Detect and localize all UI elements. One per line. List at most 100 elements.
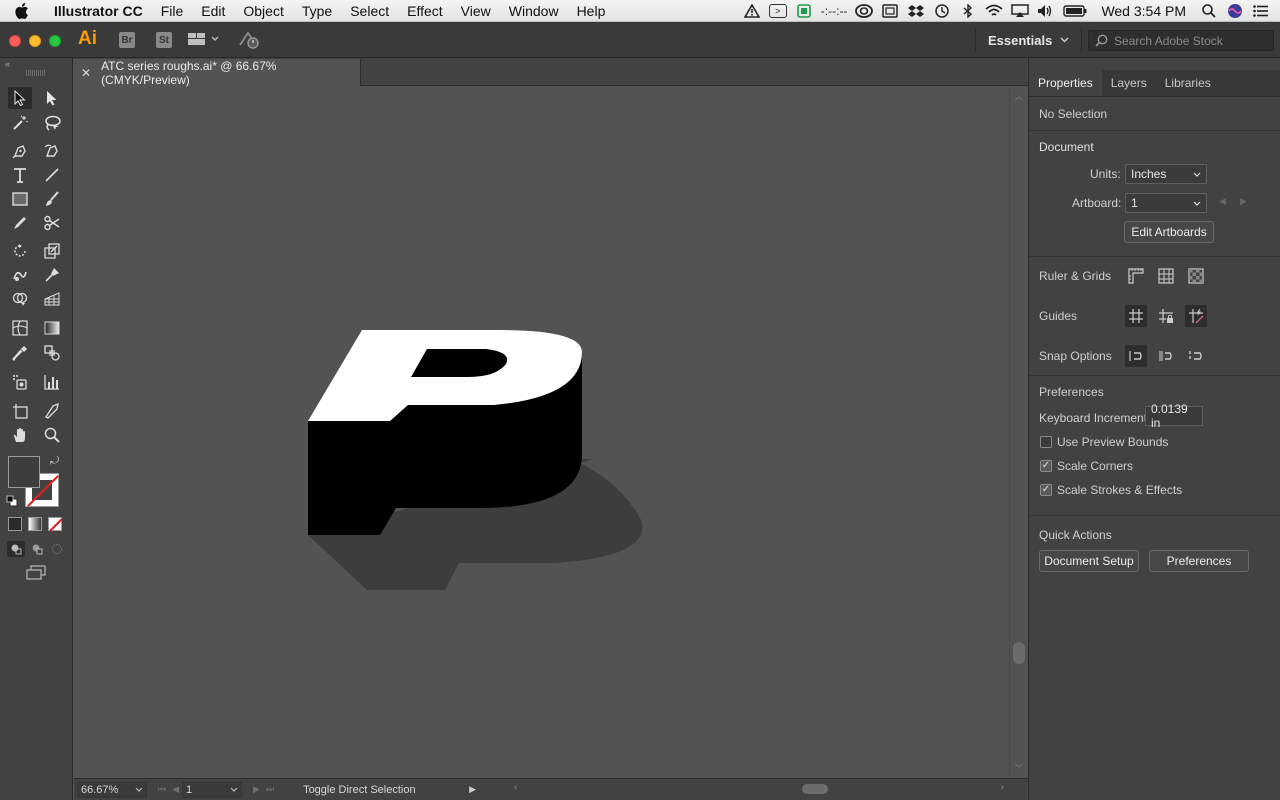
- previous-artboard-icon[interactable]: ◀: [169, 784, 182, 795]
- use-preview-bounds-checkbox[interactable]: [1040, 436, 1052, 448]
- edit-artboards-button[interactable]: Edit Artboards: [1124, 221, 1214, 243]
- vertical-scrollbar[interactable]: ︿ ﹀: [1009, 87, 1028, 778]
- minimize-window-button[interactable]: [29, 35, 41, 47]
- scroll-down-icon[interactable]: ﹀: [1015, 763, 1023, 774]
- gradient-tool-icon[interactable]: [40, 317, 64, 339]
- smart-guides-icon[interactable]: [1185, 305, 1207, 327]
- curvature-tool-icon[interactable]: [40, 140, 64, 162]
- document-tab[interactable]: ✕ ATC series roughs.ai* @ 66.67% (CMYK/P…: [73, 59, 361, 87]
- snap-to-pixel-icon[interactable]: [1185, 345, 1207, 367]
- last-artboard-icon[interactable]: ⏭: [263, 784, 277, 795]
- zoom-window-button[interactable]: [49, 35, 61, 47]
- draw-behind-icon[interactable]: [29, 541, 45, 557]
- battery-icon[interactable]: [1063, 3, 1087, 19]
- artboard-dropdown[interactable]: 1: [1125, 193, 1207, 213]
- stock-button[interactable]: St: [156, 32, 172, 48]
- snap-to-grid-icon[interactable]: [1155, 345, 1177, 367]
- type-tool-icon[interactable]: [8, 164, 32, 186]
- gpu-performance-icon[interactable]: [238, 31, 260, 52]
- draw-inside-icon[interactable]: [49, 541, 65, 557]
- fill-swatch-front[interactable]: [8, 456, 40, 488]
- draw-normal-icon[interactable]: [7, 541, 25, 557]
- spotlight-search-icon[interactable]: [1200, 3, 1218, 19]
- puppet-warp-tool-icon[interactable]: [40, 264, 64, 286]
- menu-window[interactable]: Window: [500, 3, 568, 19]
- artboard-canvas[interactable]: [74, 87, 1009, 778]
- default-fill-stroke-icon[interactable]: [6, 495, 18, 510]
- dropbox-icon[interactable]: [907, 3, 925, 19]
- creative-cloud-icon[interactable]: [855, 3, 874, 19]
- script-editor-icon[interactable]: >: [768, 4, 787, 18]
- next-artboard-icon[interactable]: ▶: [250, 784, 263, 795]
- menu-view[interactable]: View: [452, 3, 500, 19]
- eyedropper-tool-icon[interactable]: [8, 342, 32, 364]
- show-guides-icon[interactable]: [1125, 305, 1147, 327]
- paintbrush-tool-icon[interactable]: [40, 188, 64, 210]
- document-setup-button[interactable]: Document Setup: [1039, 550, 1139, 572]
- line-segment-tool-icon[interactable]: [40, 164, 64, 186]
- change-screen-mode-icon[interactable]: [26, 565, 46, 584]
- menu-file[interactable]: File: [152, 3, 193, 19]
- menu-select[interactable]: Select: [341, 3, 398, 19]
- notification-center-icon[interactable]: [1252, 3, 1270, 19]
- scissors-tool-icon[interactable]: [40, 212, 64, 234]
- direct-selection-tool-icon[interactable]: [40, 87, 64, 109]
- toolbar-grip[interactable]: [26, 70, 46, 76]
- bluetooth-icon[interactable]: [959, 3, 977, 19]
- warp-tool-icon[interactable]: [8, 264, 32, 286]
- blend-tool-icon[interactable]: [40, 342, 64, 364]
- menu-object[interactable]: Object: [234, 3, 292, 19]
- swap-fill-stroke-icon[interactable]: ⤾: [50, 455, 59, 468]
- close-tab-icon[interactable]: ✕: [81, 66, 91, 80]
- artboard-tool-icon[interactable]: [8, 400, 32, 422]
- selection-tool-icon[interactable]: [8, 87, 32, 109]
- menu-edit[interactable]: Edit: [192, 3, 234, 19]
- scroll-left-icon[interactable]: ‹: [514, 782, 517, 793]
- shape-builder-tool-icon[interactable]: [8, 288, 32, 310]
- horizontal-scroll-thumb[interactable]: [802, 784, 828, 794]
- previous-artboard-icon[interactable]: ◀: [1219, 196, 1226, 207]
- evernote-icon[interactable]: [795, 3, 813, 19]
- workspace-switcher[interactable]: Essentials: [975, 28, 1083, 52]
- app-menu[interactable]: Illustrator CC: [44, 3, 152, 19]
- column-graph-tool-icon[interactable]: [40, 371, 64, 393]
- first-artboard-icon[interactable]: ⏮: [155, 784, 169, 795]
- snap-to-point-icon[interactable]: [1125, 345, 1147, 367]
- scroll-right-icon[interactable]: ›: [1001, 782, 1004, 793]
- artboard-number-field[interactable]: 1: [182, 781, 243, 798]
- rulers-icon[interactable]: [1125, 265, 1147, 287]
- none-mode-icon[interactable]: [48, 517, 63, 532]
- rectangle-tool-icon[interactable]: [8, 188, 32, 210]
- vertical-scroll-thumb[interactable]: [1013, 642, 1025, 664]
- arrange-documents-button[interactable]: [188, 32, 219, 46]
- stock-search-input[interactable]: [1114, 33, 1264, 48]
- menubar-clock[interactable]: Wed 3:54 PM: [1101, 3, 1186, 19]
- menu-type[interactable]: Type: [293, 3, 341, 19]
- volume-icon[interactable]: [1037, 3, 1055, 19]
- next-artboard-icon[interactable]: ▶: [1240, 196, 1247, 207]
- bridge-button[interactable]: Br: [119, 32, 135, 48]
- warning-triangle-icon[interactable]: [743, 3, 761, 19]
- units-dropdown[interactable]: Inches: [1125, 164, 1207, 184]
- artwork-letter-p[interactable]: [74, 87, 1009, 778]
- preferences-button[interactable]: Preferences: [1149, 550, 1249, 572]
- pen-tool-icon[interactable]: [8, 140, 32, 162]
- menu-help[interactable]: Help: [568, 3, 615, 19]
- transparency-grid-icon[interactable]: [1185, 265, 1207, 287]
- perspective-grid-tool-icon[interactable]: [40, 288, 64, 310]
- shaper-tool-icon[interactable]: [8, 212, 32, 234]
- siri-icon[interactable]: [1226, 3, 1244, 19]
- scroll-up-icon[interactable]: ︿: [1015, 91, 1023, 102]
- wifi-icon[interactable]: [985, 3, 1004, 19]
- stock-search-field[interactable]: [1088, 30, 1274, 51]
- rotate-tool-icon[interactable]: [8, 240, 32, 262]
- horizontal-scrollbar[interactable]: ‹ ›: [514, 782, 1004, 796]
- menu-effect[interactable]: Effect: [398, 3, 452, 19]
- mesh-tool-icon[interactable]: [8, 317, 32, 339]
- lasso-tool-icon[interactable]: [40, 112, 64, 134]
- tab-libraries[interactable]: Libraries: [1156, 70, 1220, 96]
- symbol-sprayer-tool-icon[interactable]: [8, 371, 32, 393]
- zoom-level-field[interactable]: 66.67%: [77, 781, 147, 798]
- status-menu-arrow-icon[interactable]: ▶: [469, 784, 476, 795]
- time-machine-icon[interactable]: [933, 3, 951, 19]
